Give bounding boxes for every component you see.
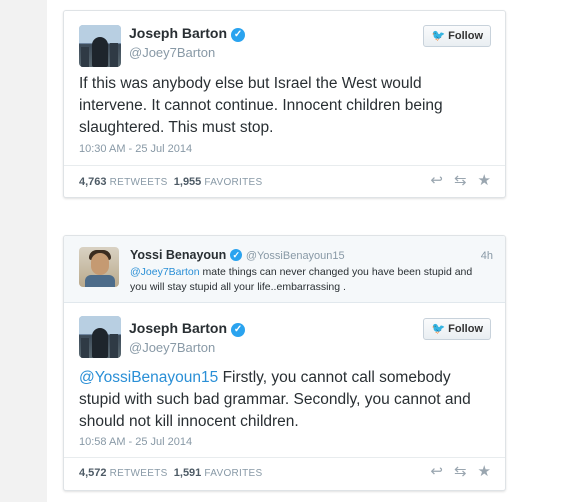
favorite-count[interactable]: 1,955 [174,176,202,188]
verified-badge-icon: ✓ [230,249,243,261]
reply-author[interactable]: Yossi Benayoun ✓ @YossiBenayoun15 [130,248,345,262]
reply-text: @Joey7Barton mate things can never chang… [130,266,473,293]
author-name[interactable]: Joseph Barton ✓ [129,320,246,337]
tweet-timestamp[interactable]: 10:58 AM - 25 Jul 2014 [79,436,192,448]
favorites-label: FAVORITES [204,468,263,479]
verified-badge-icon: ✓ [231,323,246,337]
tweet-actions: ↩ ⇆ ★ [419,171,491,189]
twitter-bird-icon: 🐦 [431,30,446,42]
twitter-bird-icon: 🐦 [431,323,446,335]
tweet-timestamp[interactable]: 10:30 AM - 25 Jul 2014 [79,143,192,155]
avatar[interactable] [79,25,121,67]
divider [64,457,505,458]
tweet-text: @YossiBenayoun15 Firstly, you cannot cal… [79,369,471,430]
author-name[interactable]: Joseph Barton ✓ [129,25,246,42]
avatar[interactable] [79,247,119,287]
star-icon[interactable]: ★ [478,463,491,480]
reply-icon[interactable]: ↩ [430,172,443,189]
retweet-count[interactable]: 4,763 [79,176,107,188]
star-icon[interactable]: ★ [478,172,491,189]
author-handle[interactable]: @Joey7Barton [129,45,215,60]
reply-context: Yossi Benayoun ✓ @YossiBenayoun15 4h @Joe… [64,236,505,303]
retweet-icon[interactable]: ⇆ [454,463,467,480]
author-handle[interactable]: @Joey7Barton [129,340,215,355]
tweet-text: If this was anybody else but Israel the … [79,75,443,136]
divider [64,165,505,166]
tweet-card-2: Yossi Benayoun ✓ @YossiBenayoun15 4h @Joe… [63,235,506,491]
retweet-icon[interactable]: ⇆ [454,172,467,189]
avatar[interactable] [79,316,121,358]
page-background-strip [0,0,47,502]
tweet-actions: ↩ ⇆ ★ [419,462,491,480]
favorites-label: FAVORITES [204,177,263,188]
verified-badge-icon: ✓ [231,28,246,42]
reply-handle[interactable]: @YossiBenayoun15 [246,250,345,262]
mention-link[interactable]: @Joey7Barton [130,266,200,278]
follow-button[interactable]: 🐦 Follow [423,318,491,340]
tweet-stats: 4,572 RETWEETS 1,591 FAVORITES [79,467,262,479]
tweet-stats: 4,763 RETWEETS 1,955 FAVORITES [79,176,262,188]
retweets-label: RETWEETS [109,468,168,479]
mention-link[interactable]: @YossiBenayoun15 [79,369,218,386]
favorite-count[interactable]: 1,591 [174,467,202,479]
follow-button[interactable]: 🐦 Follow [423,25,491,47]
reply-icon[interactable]: ↩ [430,463,443,480]
reply-time[interactable]: 4h [481,250,493,262]
retweets-label: RETWEETS [109,177,168,188]
retweet-count[interactable]: 4,572 [79,467,107,479]
tweet-card-1: Joseph Barton ✓ @Joey7Barton 🐦 Follow If t… [63,10,506,198]
